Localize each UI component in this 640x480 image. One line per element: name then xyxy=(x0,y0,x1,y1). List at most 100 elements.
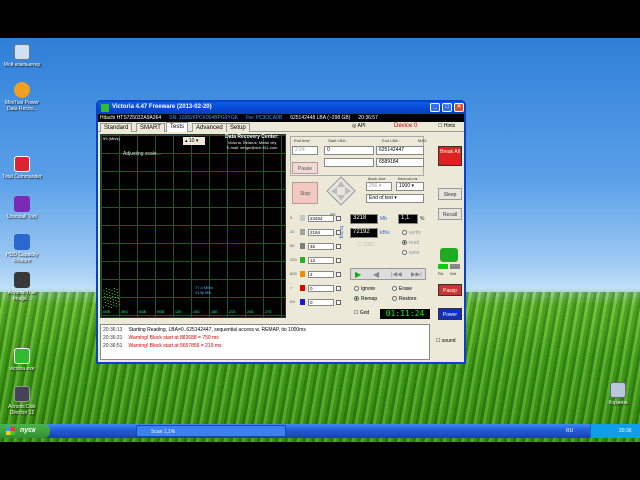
uninstall-tool-icon xyxy=(14,196,30,212)
block-log-checkbox[interactable] xyxy=(336,300,341,305)
system-tray: 20:36 xyxy=(590,424,640,438)
write-radio[interactable]: write xyxy=(402,250,420,256)
erase-radio[interactable]: Erase xyxy=(392,286,412,292)
tab-advanced[interactable]: Advanced xyxy=(192,123,227,132)
remap-radio[interactable]: Remap xyxy=(354,296,377,302)
tab-standard[interactable]: Standard xyxy=(100,123,133,132)
tray-clock: 20:36 xyxy=(619,428,632,434)
windows-flag-icon xyxy=(6,427,15,435)
graph-sample-dot xyxy=(107,303,109,304)
desktop-icon-total-commander[interactable]: Total Commander xyxy=(0,156,44,180)
xtick: 18G xyxy=(211,310,218,314)
tab-tests[interactable]: Tests xyxy=(166,122,189,132)
block-color-swatch xyxy=(300,285,305,291)
tab-smart[interactable]: SMART xyxy=(136,123,165,132)
log-message: Warning! Block start at 882688 = 750 ms xyxy=(128,335,219,341)
block-color-swatch xyxy=(300,257,305,263)
minitool-icon xyxy=(14,82,30,98)
total-commander-icon xyxy=(14,156,30,172)
grid-checkbox[interactable]: ☐ Grid xyxy=(354,310,369,316)
end-of-test-select[interactable]: End of test ▾ xyxy=(366,194,424,203)
block-size-select[interactable]: 256 ▾ xyxy=(366,182,392,191)
api-radio[interactable]: ◎ API xyxy=(352,123,366,129)
desktop-icon-label: Acronis Disk Director 12 xyxy=(8,404,36,416)
desktop-icon-label: Total Commander xyxy=(2,174,42,180)
xtick: 9GB xyxy=(157,310,165,314)
desktop-icon-label: victoria.exe xyxy=(9,366,35,372)
taskbar-task-victoria[interactable]: Scan 1,1% xyxy=(136,425,286,437)
sleep-button[interactable]: Sleep xyxy=(438,188,462,200)
skip-back-icon[interactable]: |◀◀ xyxy=(391,271,402,278)
close-button[interactable]: × xyxy=(454,103,464,112)
block-log-checkbox[interactable] xyxy=(336,258,341,263)
desktop-icon-uninstall-tool[interactable]: Uninstall Tool xyxy=(0,196,44,220)
block-time-row: 5 23464 xyxy=(290,214,344,223)
speed-readout: 72192 xyxy=(350,228,378,238)
victoria-icon xyxy=(14,348,30,364)
graph-sample-dot xyxy=(109,295,111,296)
tab-bar: Standard SMART Tests Advanced Setup ◎ AP… xyxy=(98,122,464,132)
percent-readout: 1,1 xyxy=(398,214,418,224)
app-icon xyxy=(101,104,109,112)
graph-sample-dot xyxy=(112,299,114,300)
log-panel[interactable]: 20:36:13 Starting Reading, LBA=0..6251424… xyxy=(100,324,430,360)
scale-spinner[interactable]: ▴ 10 ▾ xyxy=(183,137,205,145)
block-time-label: 20 xyxy=(290,229,295,234)
start-lba-input[interactable]: 0 xyxy=(324,146,374,155)
tab-setup[interactable]: Setup xyxy=(226,123,250,132)
end-lba-input[interactable]: 625142447 xyxy=(376,146,424,155)
blank-field xyxy=(324,158,374,167)
desktop-icon-acronis-disk-director[interactable]: Acronis Disk Director 12 xyxy=(0,386,44,416)
window-titlebar[interactable]: Victoria 4.47 Freeware (2013-02-20) _ □ … xyxy=(98,102,464,114)
graph-sample-dot xyxy=(113,305,115,306)
ignore-radio[interactable]: Ignore xyxy=(354,286,375,292)
maximize-button[interactable]: □ xyxy=(442,103,452,112)
read-radio[interactable]: read xyxy=(402,240,419,246)
graph-sample-dot xyxy=(115,297,116,298)
graph-sample-dot xyxy=(109,298,111,299)
timeout-select[interactable]: 1000 ▾ xyxy=(396,182,424,191)
block-log-checkbox[interactable] xyxy=(336,230,341,235)
start-button[interactable]: пуск xyxy=(0,424,50,438)
drive-serial: SN: 100826PCK004BPG9YGK xyxy=(169,115,239,121)
play-icon[interactable]: ▶ xyxy=(355,270,361,279)
power-button[interactable]: Power xyxy=(438,308,462,320)
desktop-icon-recycle-bin[interactable]: Корзина xyxy=(596,382,640,406)
log-line: 20:36:51 Warning! Block start at 5657856 … xyxy=(103,343,222,349)
ddd-checkbox[interactable]: ☐ DDD xyxy=(358,242,375,248)
current-lba-display: 6589184 xyxy=(376,158,424,167)
desktop-icon-acronis-true-image[interactable]: Acronis True Image... xyxy=(0,272,44,302)
block-count: 23464 xyxy=(308,215,334,222)
sound-checkbox[interactable]: ☐ sound xyxy=(436,338,456,344)
direction-pad[interactable] xyxy=(326,176,356,206)
block-log-checkbox[interactable] xyxy=(336,272,341,277)
language-indicator[interactable]: RU xyxy=(566,428,573,434)
recall-button[interactable]: Recall xyxy=(438,208,462,220)
pause-button[interactable]: Pause xyxy=(292,162,318,174)
verify-radio[interactable]: verify xyxy=(402,230,421,236)
desktop-icon-minitool[interactable]: MiniTool Power Data Recov... xyxy=(0,82,44,112)
drive-model: Hitachi HTS725032A9A364 xyxy=(100,115,162,121)
max-label[interactable]: MAX xyxy=(418,138,427,143)
desktop-icon-victoria[interactable]: victoria.exe xyxy=(0,348,44,372)
skip-end-icon[interactable]: ▶▶| xyxy=(411,271,422,278)
minimize-button[interactable]: _ xyxy=(430,103,440,112)
passp-button[interactable]: Passp xyxy=(438,284,462,296)
block-time-row: 50 46 xyxy=(290,242,344,251)
stop-button[interactable]: Stop xyxy=(292,182,318,204)
end-time-input[interactable]: 2:24 xyxy=(292,146,318,155)
graph-sample-dot xyxy=(110,301,112,302)
desktop-icon-hdd-capacity[interactable]: HDD Capacity Restore xyxy=(0,234,44,264)
block-log-checkbox[interactable] xyxy=(336,286,341,291)
adjusting-scale-text: Adjusting scale... xyxy=(123,151,161,157)
break-all-button[interactable]: Break All xyxy=(438,146,462,166)
desktop-icon-my-computer[interactable]: Мой компьютер xyxy=(0,44,44,68)
back-icon[interactable]: ◀ xyxy=(373,270,379,279)
restore-radio[interactable]: Restore xyxy=(392,296,417,302)
phone-icon[interactable] xyxy=(440,248,458,262)
hints-checkbox[interactable]: ☐ Hints xyxy=(438,123,455,129)
window-title: Victoria 4.47 Freeware (2013-02-20) xyxy=(112,104,212,110)
block-log-checkbox[interactable] xyxy=(336,244,341,249)
block-log-checkbox[interactable] xyxy=(336,216,341,221)
block-time-row: >0 xyxy=(290,284,344,293)
